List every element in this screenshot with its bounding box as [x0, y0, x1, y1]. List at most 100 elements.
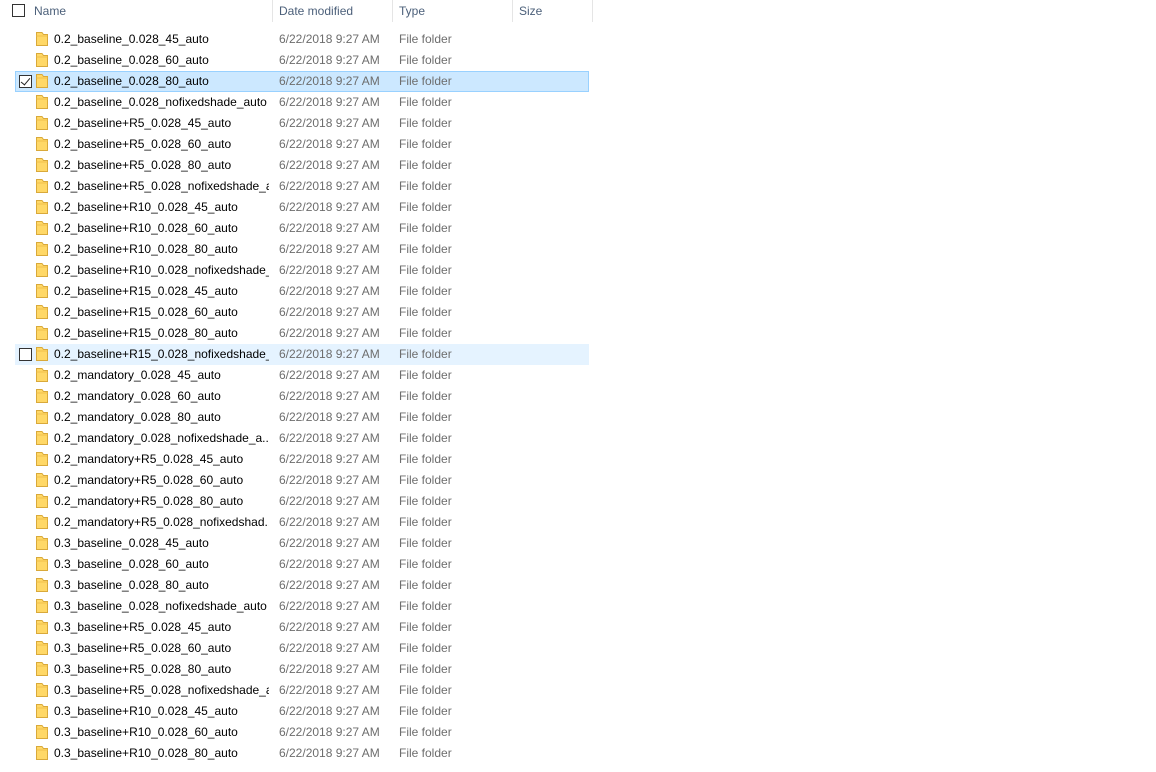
- file-name[interactable]: 0.2_mandatory+R5_0.028_60_auto: [54, 470, 269, 491]
- file-name[interactable]: 0.2_mandatory+R5_0.028_80_auto: [54, 491, 269, 512]
- file-name[interactable]: 0.3_baseline_0.028_nofixedshade_auto: [54, 596, 269, 617]
- file-row[interactable]: 0.2_mandatory_0.028_45_auto 6/22/2018 9:2…: [0, 365, 590, 386]
- file-row[interactable]: 0.2_baseline+R10_0.028_nofixedshade_... 6…: [0, 260, 590, 281]
- file-row[interactable]: 0.2_mandatory+R5_0.028_80_auto 6/22/2018 …: [0, 491, 590, 512]
- file-row[interactable]: 0.3_baseline+R10_0.028_45_auto 6/22/2018 …: [0, 701, 590, 722]
- file-row[interactable]: 0.2_baseline+R15_0.028_45_auto 6/22/2018 …: [0, 281, 590, 302]
- file-type: File folder: [399, 200, 452, 214]
- file-type: File folder: [399, 746, 452, 760]
- file-row[interactable]: 0.2_mandatory+R5_0.028_45_auto 6/22/2018 …: [0, 449, 590, 470]
- file-row[interactable]: 0.3_baseline+R10_0.028_60_auto 6/22/2018 …: [0, 722, 590, 743]
- column-header-size[interactable]: Size: [513, 0, 593, 22]
- file-name[interactable]: 0.2_baseline+R10_0.028_80_auto: [54, 239, 269, 260]
- file-date-modified: 6/22/2018 9:27 AM: [279, 53, 380, 67]
- file-row[interactable]: 0.2_mandatory+R5_0.028_60_auto 6/22/2018 …: [0, 470, 590, 491]
- file-row[interactable]: 0.2_baseline+R5_0.028_nofixedshade_a... 6…: [0, 176, 590, 197]
- file-name[interactable]: 0.2_baseline+R15_0.028_45_auto: [54, 281, 269, 302]
- file-name[interactable]: 0.2_baseline+R15_0.028_60_auto: [54, 302, 269, 323]
- file-date-modified: 6/22/2018 9:27 AM: [279, 263, 380, 277]
- folder-icon: [36, 599, 48, 613]
- file-row[interactable]: 0.2_baseline_0.028_45_auto 6/22/2018 9:27…: [0, 29, 590, 50]
- file-row[interactable]: 0.2_baseline+R15_0.028_60_auto 6/22/2018 …: [0, 302, 590, 323]
- file-row[interactable]: 0.3_baseline_0.028_nofixedshade_auto 6/22…: [0, 596, 590, 617]
- file-date-modified: 6/22/2018 9:27 AM: [279, 410, 380, 424]
- file-type: File folder: [399, 578, 452, 592]
- file-name[interactable]: 0.2_baseline+R5_0.028_45_auto: [54, 113, 269, 134]
- file-name[interactable]: 0.3_baseline+R10_0.028_60_auto: [54, 722, 269, 743]
- file-row[interactable]: 0.2_mandatory_0.028_80_auto 6/22/2018 9:2…: [0, 407, 590, 428]
- file-row[interactable]: 0.3_baseline+R5_0.028_nofixedshade_a... 6…: [0, 680, 590, 701]
- file-name[interactable]: 0.2_baseline+R5_0.028_60_auto: [54, 134, 269, 155]
- file-row[interactable]: 0.2_mandatory_0.028_60_auto 6/22/2018 9:2…: [0, 386, 590, 407]
- file-row[interactable]: 0.3_baseline+R5_0.028_45_auto 6/22/2018 9…: [0, 617, 590, 638]
- file-name[interactable]: 0.2_mandatory_0.028_nofixedshade_a...: [54, 428, 269, 449]
- file-date-modified: 6/22/2018 9:27 AM: [279, 242, 380, 256]
- folder-icon: [36, 641, 48, 655]
- file-name[interactable]: 0.2_baseline+R15_0.028_nofixedshade_...: [54, 344, 269, 365]
- file-name[interactable]: 0.3_baseline+R5_0.028_80_auto: [54, 659, 269, 680]
- file-name[interactable]: 0.2_baseline+R10_0.028_60_auto: [54, 218, 269, 239]
- file-row[interactable]: 0.2_baseline+R10_0.028_80_auto 6/22/2018 …: [0, 239, 590, 260]
- folder-icon: [36, 284, 48, 298]
- file-row[interactable]: 0.2_baseline+R5_0.028_80_auto 6/22/2018 9…: [0, 155, 590, 176]
- file-row[interactable]: 0.3_baseline_0.028_45_auto 6/22/2018 9:27…: [0, 533, 590, 554]
- file-row[interactable]: 0.2_baseline+R10_0.028_45_auto 6/22/2018 …: [0, 197, 590, 218]
- file-name[interactable]: 0.3_baseline+R5_0.028_45_auto: [54, 617, 269, 638]
- file-row[interactable]: 0.3_baseline+R5_0.028_80_auto 6/22/2018 9…: [0, 659, 590, 680]
- file-name[interactable]: 0.3_baseline+R10_0.028_45_auto: [54, 701, 269, 722]
- file-date-modified: 6/22/2018 9:27 AM: [279, 725, 380, 739]
- file-row[interactable]: 0.2_baseline+R5_0.028_45_auto 6/22/2018 9…: [0, 113, 590, 134]
- file-date-modified: 6/22/2018 9:27 AM: [279, 557, 380, 571]
- file-type: File folder: [399, 725, 452, 739]
- file-name[interactable]: 0.2_mandatory_0.028_80_auto: [54, 407, 269, 428]
- file-name[interactable]: 0.2_mandatory_0.028_60_auto: [54, 386, 269, 407]
- folder-icon: [36, 179, 48, 193]
- file-row[interactable]: 0.2_baseline_0.028_nofixedshade_auto 6/22…: [0, 92, 590, 113]
- file-name[interactable]: 0.2_baseline_0.028_nofixedshade_auto: [54, 92, 269, 113]
- file-date-modified: 6/22/2018 9:27 AM: [279, 641, 380, 655]
- row-checkbox[interactable]: [19, 348, 32, 361]
- file-name[interactable]: 0.2_mandatory_0.028_45_auto: [54, 365, 269, 386]
- file-name[interactable]: 0.2_baseline+R5_0.028_nofixedshade_a...: [54, 176, 269, 197]
- column-header-date[interactable]: Date modified: [273, 0, 393, 22]
- folder-icon: [36, 410, 48, 424]
- file-name[interactable]: 0.2_baseline+R10_0.028_nofixedshade_...: [54, 260, 269, 281]
- folder-icon: [36, 557, 48, 571]
- file-type: File folder: [399, 389, 452, 403]
- row-checkbox[interactable]: [19, 75, 32, 88]
- file-name[interactable]: 0.2_baseline+R15_0.028_80_auto: [54, 323, 269, 344]
- column-header-name[interactable]: Name ⌃: [28, 0, 273, 22]
- file-name[interactable]: 0.3_baseline_0.028_80_auto: [54, 575, 269, 596]
- file-name[interactable]: 0.3_baseline_0.028_45_auto: [54, 533, 269, 554]
- file-name[interactable]: 0.2_baseline_0.028_60_auto: [54, 50, 269, 71]
- select-all-checkbox[interactable]: [12, 4, 25, 17]
- file-date-modified: 6/22/2018 9:27 AM: [279, 74, 380, 88]
- file-name[interactable]: 0.3_baseline+R5_0.028_60_auto: [54, 638, 269, 659]
- file-row[interactable]: 0.2_baseline_0.028_60_auto 6/22/2018 9:27…: [0, 50, 590, 71]
- file-name[interactable]: 0.3_baseline+R10_0.028_80_auto: [54, 743, 269, 764]
- column-header-type[interactable]: Type: [393, 0, 513, 22]
- file-name[interactable]: 0.2_baseline_0.028_45_auto: [54, 29, 269, 50]
- file-row[interactable]: 0.2_mandatory+R5_0.028_nofixedshad... 6/2…: [0, 512, 590, 533]
- file-row[interactable]: 0.3_baseline+R10_0.028_80_auto 6/22/2018 …: [0, 743, 590, 764]
- file-row[interactable]: 0.2_mandatory_0.028_nofixedshade_a... 6/2…: [0, 428, 590, 449]
- file-name[interactable]: 0.3_baseline_0.028_60_auto: [54, 554, 269, 575]
- file-row[interactable]: 0.2_baseline_0.028_80_auto 6/22/2018 9:27…: [0, 71, 590, 92]
- file-row[interactable]: 0.3_baseline_0.028_60_auto 6/22/2018 9:27…: [0, 554, 590, 575]
- file-row[interactable]: 0.2_baseline+R15_0.028_nofixedshade_... 6…: [0, 344, 590, 365]
- file-name[interactable]: 0.2_mandatory+R5_0.028_nofixedshad...: [54, 512, 269, 533]
- file-name[interactable]: 0.2_baseline_0.028_80_auto: [54, 71, 269, 92]
- file-name[interactable]: 0.2_mandatory+R5_0.028_45_auto: [54, 449, 269, 470]
- file-name[interactable]: 0.3_baseline+R5_0.028_nofixedshade_a...: [54, 680, 269, 701]
- folder-icon: [36, 662, 48, 676]
- file-row[interactable]: 0.3_baseline_0.028_80_auto 6/22/2018 9:27…: [0, 575, 590, 596]
- file-type: File folder: [399, 74, 452, 88]
- column-header-size-label: Size: [519, 4, 543, 18]
- file-row[interactable]: 0.2_baseline+R10_0.028_60_auto 6/22/2018 …: [0, 218, 590, 239]
- file-row[interactable]: 0.2_baseline+R5_0.028_60_auto 6/22/2018 9…: [0, 134, 590, 155]
- file-name[interactable]: 0.2_baseline+R5_0.028_80_auto: [54, 155, 269, 176]
- file-row[interactable]: 0.2_baseline+R15_0.028_80_auto 6/22/2018 …: [0, 323, 590, 344]
- file-row[interactable]: 0.3_baseline+R5_0.028_60_auto 6/22/2018 9…: [0, 638, 590, 659]
- file-name[interactable]: 0.2_baseline+R10_0.028_45_auto: [54, 197, 269, 218]
- file-date-modified: 6/22/2018 9:27 AM: [279, 221, 380, 235]
